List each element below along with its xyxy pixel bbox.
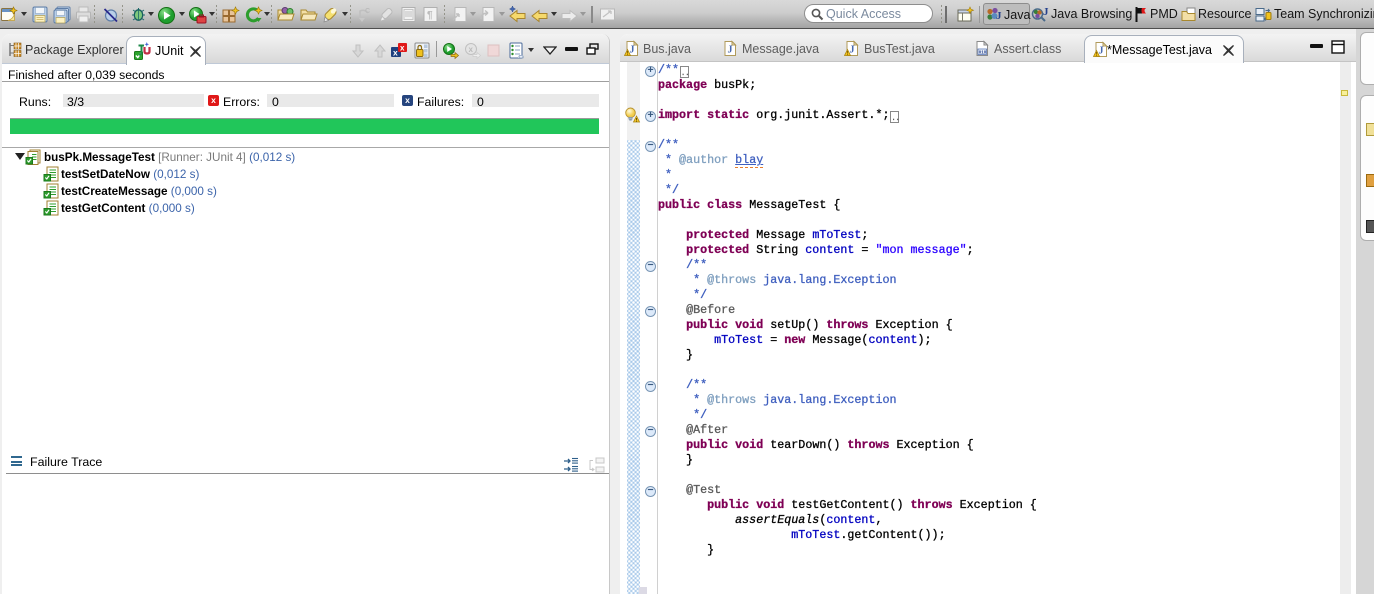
svg-text:010: 010 <box>979 50 987 55</box>
svg-text:J: J <box>1043 6 1049 18</box>
svg-text:J: J <box>728 45 733 56</box>
svg-text:!: ! <box>627 51 629 57</box>
svg-text:x: x <box>393 48 398 58</box>
svg-text:C: C <box>365 8 370 15</box>
svg-text:x: x <box>469 45 474 54</box>
svg-text:¶: ¶ <box>427 10 433 21</box>
svg-text:J: J <box>1099 46 1104 57</box>
svg-text:x: x <box>400 44 405 53</box>
svg-text:!: ! <box>1096 52 1098 58</box>
svg-text:J: J <box>996 10 1002 22</box>
svg-text:!: ! <box>847 51 849 57</box>
svg-text:J: J <box>850 45 855 56</box>
svg-text:J: J <box>630 45 635 56</box>
